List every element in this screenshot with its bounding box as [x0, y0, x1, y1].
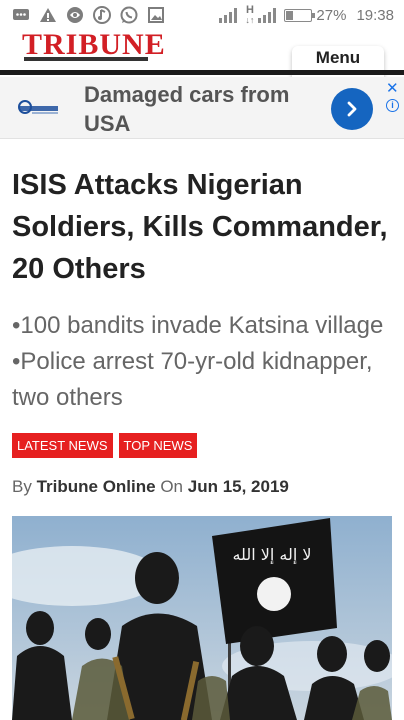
article-title: ISIS Attacks Nigerian Soldiers, Kills Co… [12, 169, 388, 285]
advertiser-logo [16, 99, 62, 117]
byline-author[interactable]: Tribune Online [37, 477, 156, 496]
network-type: H ↓↑ [245, 4, 255, 26]
signal-icon [219, 7, 238, 23]
image-icon [147, 6, 165, 24]
article-photo[interactable]: لا إله إلا الله [12, 516, 392, 720]
article-subhead: •100 bandits invade Katsina village •Pol… [12, 312, 384, 411]
article-byline: By Tribune Online On Jun 15, 2019 [12, 477, 289, 497]
logo-underline [24, 57, 148, 61]
globe-icon [66, 6, 84, 24]
tag-top-news[interactable]: TOP NEWS [118, 433, 198, 458]
byline-date: Jun 15, 2019 [187, 477, 289, 496]
byline-by: By [12, 477, 32, 496]
ad-headline[interactable]: Damaged cars from USA [84, 80, 324, 138]
signal-icon-2 [258, 7, 277, 23]
flag-text: لا إله إلا الله [232, 545, 311, 564]
ad-info-icon[interactable]: i [386, 99, 399, 112]
header-divider [0, 70, 404, 75]
chat-icon [12, 6, 30, 24]
tag-latest-news[interactable]: LATEST NEWS [12, 433, 113, 458]
system-icons: H ↓↑ 27% 19:38 [219, 5, 394, 25]
notification-icons [12, 6, 165, 24]
ad-close-icon[interactable]: ✕ [386, 79, 399, 97]
music-icon [93, 6, 111, 24]
site-header: TRIBUNE Menu [0, 24, 404, 84]
clock: 19:38 [356, 6, 394, 24]
battery-icon [284, 8, 316, 22]
battery-percent: 27% [316, 6, 347, 24]
ad-banner[interactable]: Damaged cars from USA ✕ i [0, 77, 404, 139]
warning-icon [39, 6, 57, 24]
chevron-right-icon [347, 101, 357, 117]
whatsapp-icon [120, 6, 138, 24]
byline-on: On [160, 477, 184, 496]
ad-open-button[interactable] [331, 88, 373, 130]
article-tags: LATEST NEWS TOP NEWS [12, 433, 198, 458]
